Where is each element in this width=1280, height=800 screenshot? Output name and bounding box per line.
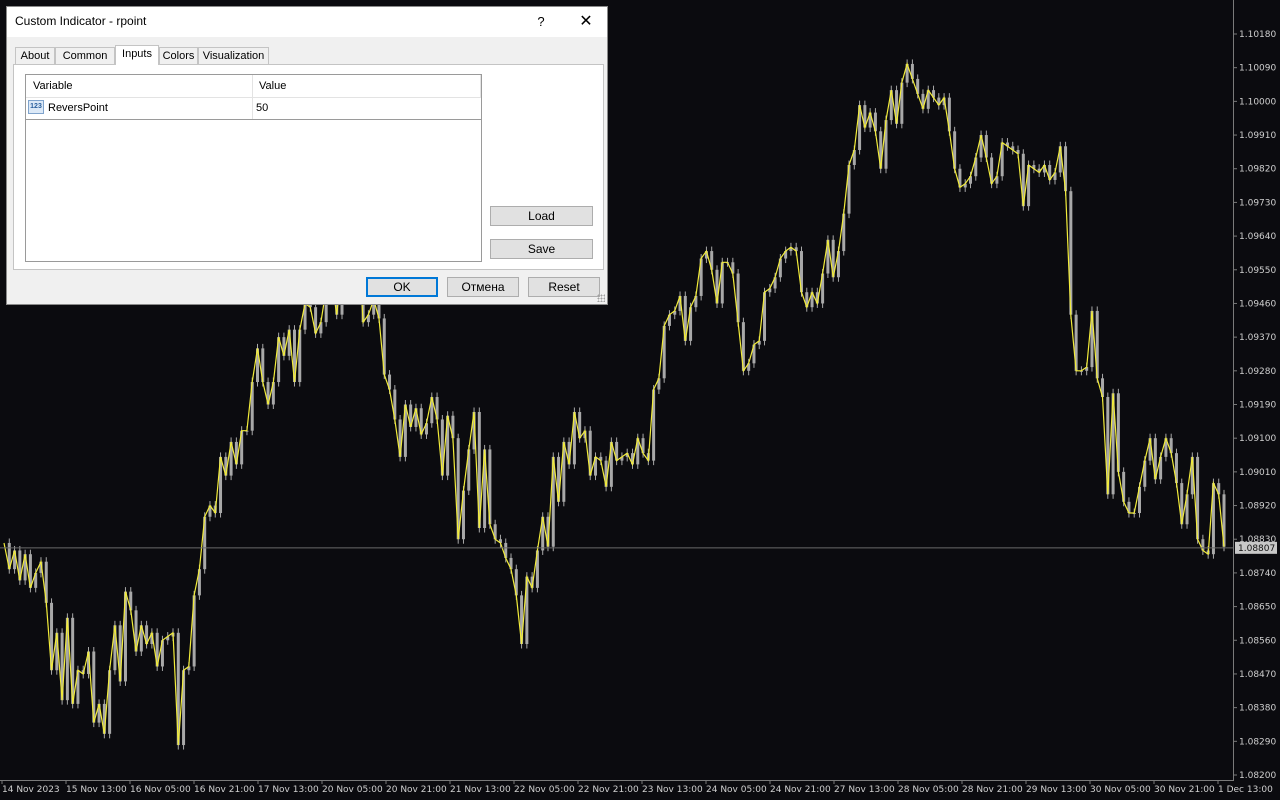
- time-tick-label: 1 Dec 13:00: [1218, 785, 1273, 795]
- time-tick-label: 20 Nov 21:00: [386, 785, 447, 795]
- time-tick-label: 21 Nov 13:00: [450, 785, 511, 795]
- table-header: Variable Value: [26, 75, 481, 98]
- column-header-value[interactable]: Value: [259, 80, 286, 92]
- column-separator: [480, 75, 481, 97]
- inputs-table: Variable Value 123 ReversPoint 50: [25, 74, 482, 262]
- price-tick-label: 1.08560: [1239, 636, 1276, 646]
- price-tick-label: 1.08740: [1239, 569, 1276, 579]
- time-tick-label: 20 Nov 05:00: [322, 785, 383, 795]
- time-tick-label: 24 Nov 21:00: [770, 785, 831, 795]
- time-tick-label: 14 Nov 2023: [2, 785, 60, 795]
- price-tick-label: 1.09010: [1239, 468, 1276, 478]
- price-tick-label: 1.08650: [1239, 603, 1276, 613]
- column-header-variable[interactable]: Variable: [33, 80, 73, 92]
- integer-param-icon: 123: [28, 100, 44, 114]
- price-tick-label: 1.08380: [1239, 704, 1276, 714]
- price-tick-label: 1.10000: [1239, 97, 1276, 107]
- time-tick-label: 15 Nov 13:00: [66, 785, 127, 795]
- tab-common[interactable]: Common: [55, 47, 115, 64]
- help-button[interactable]: ?: [530, 11, 552, 33]
- price-tick-label: 1.09730: [1239, 198, 1276, 208]
- time-tick-label: 30 Nov 05:00: [1090, 785, 1151, 795]
- time-tick-label: 16 Nov 21:00: [194, 785, 255, 795]
- price-tick-label: 1.08200: [1239, 771, 1276, 781]
- price-tick-label: 1.09100: [1239, 434, 1276, 444]
- price-tick-label: 1.09820: [1239, 165, 1276, 175]
- time-tick-label: 28 Nov 05:00: [898, 785, 959, 795]
- current-price-label: 1.08807: [1238, 544, 1275, 554]
- current-price-line-layer: 1.08807: [0, 541, 1277, 554]
- price-tick-label: 1.08470: [1239, 670, 1276, 680]
- price-tick-label: 1.09460: [1239, 299, 1276, 309]
- price-tick-label: 1.09910: [1239, 131, 1276, 141]
- value-field[interactable]: 50: [256, 102, 268, 114]
- load-button[interactable]: Load: [490, 206, 593, 226]
- time-tick-label: 28 Nov 21:00: [962, 785, 1023, 795]
- inputs-panel: Variable Value 123 ReversPoint 50 Load S…: [13, 64, 604, 270]
- tab-colors[interactable]: Colors: [159, 47, 198, 64]
- price-tick-label: 1.09370: [1239, 333, 1276, 343]
- time-tick-label: 16 Nov 05:00: [130, 785, 191, 795]
- resize-grip-icon[interactable]: [597, 294, 605, 302]
- time-tick-label: 22 Nov 21:00: [578, 785, 639, 795]
- variable-name: ReversPoint: [48, 102, 108, 114]
- time-tick-label: 22 Nov 05:00: [514, 785, 575, 795]
- price-tick-label: 1.08830: [1239, 535, 1276, 545]
- price-tick-label: 1.10180: [1239, 30, 1276, 40]
- time-tick-label: 23 Nov 13:00: [642, 785, 703, 795]
- price-tick-label: 1.09280: [1239, 367, 1276, 377]
- cancel-button[interactable]: Отмена: [447, 277, 519, 297]
- tab-about[interactable]: About: [15, 47, 55, 64]
- price-tick-label: 1.09190: [1239, 401, 1276, 411]
- time-tick-label: 29 Nov 13:00: [1026, 785, 1087, 795]
- reset-button[interactable]: Reset: [528, 277, 600, 297]
- price-tick-label: 1.08290: [1239, 737, 1276, 747]
- time-tick-label: 30 Nov 21:00: [1154, 785, 1215, 795]
- time-tick-label: 27 Nov 13:00: [834, 785, 895, 795]
- price-tick-label: 1.10090: [1239, 64, 1276, 74]
- time-tick-label: 17 Nov 13:00: [258, 785, 319, 795]
- table-row[interactable]: 123 ReversPoint 50: [26, 97, 481, 120]
- price-tick-label: 1.09640: [1239, 232, 1276, 242]
- tab-inputs[interactable]: Inputs: [115, 45, 159, 65]
- price-tick-label: 1.09550: [1239, 266, 1276, 276]
- dialog-title: Custom Indicator - rpoint: [15, 14, 147, 28]
- time-tick-label: 24 Nov 05:00: [706, 785, 767, 795]
- ok-button[interactable]: OK: [366, 277, 438, 297]
- close-icon[interactable]: ✕: [575, 11, 597, 33]
- tab-visualization[interactable]: Visualization: [198, 47, 269, 64]
- save-button[interactable]: Save: [490, 239, 593, 259]
- dialog-titlebar[interactable]: Custom Indicator - rpoint ? ✕: [7, 7, 607, 37]
- price-tick-label: 1.08920: [1239, 502, 1276, 512]
- custom-indicator-dialog: Custom Indicator - rpoint ? ✕ About Comm…: [6, 6, 608, 305]
